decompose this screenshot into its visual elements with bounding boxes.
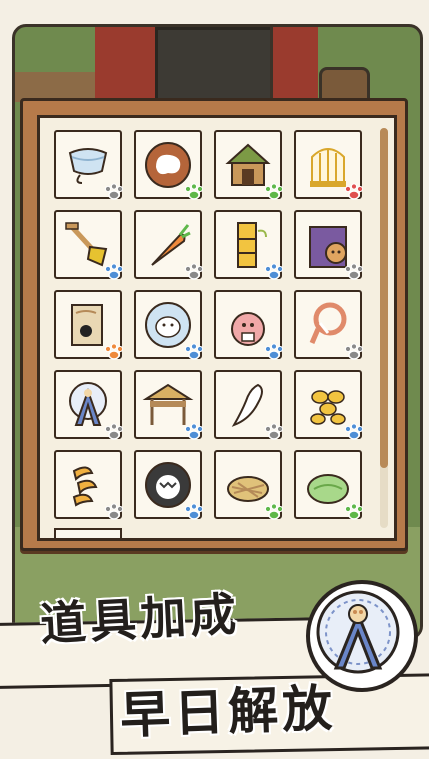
paw-badge-icon — [184, 263, 204, 280]
paw-badge-icon — [264, 423, 284, 440]
item-board-frame — [20, 98, 408, 551]
paw-badge-icon — [264, 343, 284, 360]
paw-badge-icon — [264, 183, 284, 200]
paw-badge-icon — [104, 263, 124, 280]
headline-line-2: 早日解放 — [119, 679, 338, 745]
paw-badge-icon — [104, 343, 124, 360]
paw-badge-icon — [104, 423, 124, 440]
paw-badge-icon — [184, 183, 204, 200]
item-cell-sheep-plate[interactable] — [134, 290, 204, 360]
paw-badge-icon — [184, 423, 204, 440]
item-cell-monster-plate[interactable] — [134, 450, 204, 520]
item-cell-wheel[interactable] — [54, 370, 124, 440]
scrollbar[interactable] — [380, 128, 388, 528]
paw-badge-icon — [184, 343, 204, 360]
item-cell-partial[interactable] — [54, 528, 122, 538]
item-cell-carrot[interactable] — [134, 210, 204, 280]
paw-badge-icon — [184, 503, 204, 520]
item-cell-bag[interactable] — [294, 210, 364, 280]
hamster-wheel-icon — [316, 590, 400, 674]
paw-badge-icon — [344, 183, 364, 200]
item-cell-map[interactable] — [54, 290, 124, 360]
item-cell-tunnel[interactable] — [214, 210, 284, 280]
paw-badge-icon — [344, 263, 364, 280]
item-cell-hut[interactable] — [134, 370, 204, 440]
item-cell-cage[interactable] — [294, 130, 364, 200]
item-cell-hay-nest[interactable] — [214, 450, 284, 520]
item-grid — [54, 130, 364, 520]
item-cell-seeds[interactable] — [294, 370, 364, 440]
item-board-panel — [37, 115, 397, 541]
item-cell-grass-bed[interactable] — [294, 450, 364, 520]
paw-badge-icon — [264, 503, 284, 520]
item-cell-bowl[interactable] — [54, 130, 124, 200]
item-cell-snack[interactable] — [54, 450, 124, 520]
item-cell-house[interactable] — [214, 130, 284, 200]
item-cell-shovel[interactable] — [54, 210, 124, 280]
paw-badge-icon — [264, 263, 284, 280]
item-cell-piggy-bank[interactable] — [214, 290, 284, 360]
item-cell-rope[interactable] — [294, 290, 364, 360]
hamster-wheel-badge — [306, 580, 418, 692]
paw-badge-icon — [344, 423, 364, 440]
paw-badge-icon — [344, 343, 364, 360]
paw-badge-icon — [344, 503, 364, 520]
scroll-thumb[interactable] — [380, 128, 388, 468]
item-cell-bone[interactable] — [214, 370, 284, 440]
paw-badge-icon — [104, 503, 124, 520]
headline-line-1: 道具加成 — [38, 586, 242, 652]
paw-badge-icon — [104, 183, 124, 200]
item-cell-plate[interactable] — [134, 130, 204, 200]
